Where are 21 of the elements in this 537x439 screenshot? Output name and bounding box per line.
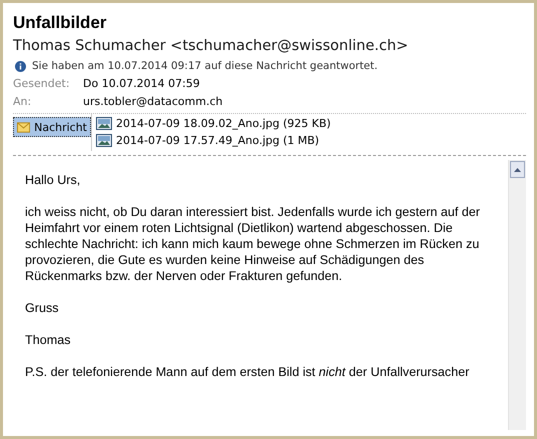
body-paragraph: Gruss xyxy=(25,300,60,316)
header-value: urs.tobler@datacomm.ch xyxy=(83,95,224,108)
header-label: An: xyxy=(13,95,32,108)
sender: Thomas Schumacher <tschumacher@swissonline.ch> xyxy=(13,38,410,54)
header-value: Do 10.07.2014 07:59 xyxy=(83,77,201,90)
envelope-icon xyxy=(17,122,30,132)
body-paragraph: P.S. der telefonierende Mann auf dem ersten Bild ist nicht der Unfallverursacher xyxy=(25,364,470,380)
attachment-link[interactable]: 2014-07-09 17.57.49_Ano.jpg (1 MB) xyxy=(96,134,526,147)
body-paragraph: Hallo Urs, xyxy=(25,172,82,188)
header-label: Gesendet: xyxy=(13,77,71,90)
scroll-up-button[interactable] xyxy=(510,161,525,178)
reply-notice: Sie haben am 10.07.2014 09:17 auf diese Nachricht geantwortet. xyxy=(32,60,378,72)
info-icon xyxy=(15,60,26,72)
attachment-link[interactable]: 2014-07-09 18.09.02_Ano.jpg (925 KB) xyxy=(96,117,526,130)
image-file-icon xyxy=(96,134,112,147)
up-arrow-icon xyxy=(514,168,521,172)
email-subject: Unfallbilder xyxy=(13,13,108,33)
message-tab[interactable]: Nachricht xyxy=(13,117,91,137)
image-file-icon xyxy=(96,117,112,130)
body-paragraph: Thomas xyxy=(25,332,72,348)
body-paragraph: ich weiss nicht, ob Du daran interessiert bist. Jedenfalls wurde ich gestern auf der Heimfahrt vor einem roten Lichtsignal (Dietlikon) wartend abgeschossen. Die schlechte Nachricht: ich kann mich kaum bewege ohne Schmerzen im Rücken zu provozieren, die Gute es wurden keine Hinweise auf Schädigungen des Rückenmarks bzw. der Nerven oder Frakturen gefunden. xyxy=(25,204,482,284)
